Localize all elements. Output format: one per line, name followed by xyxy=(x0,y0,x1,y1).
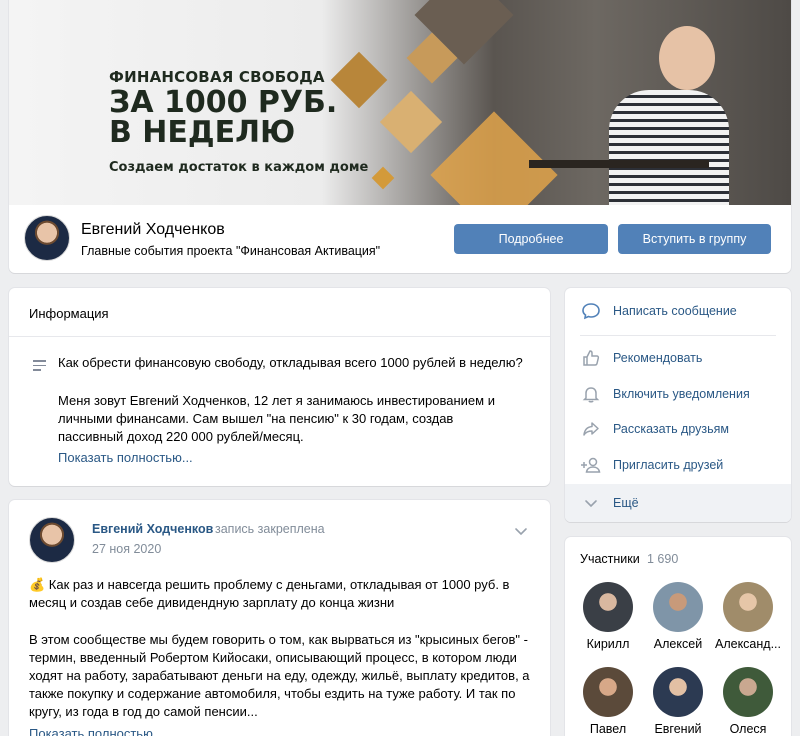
recommend-label: Рекомендовать xyxy=(613,351,703,365)
invite-friends-action[interactable]: Пригласить друзей xyxy=(565,448,791,482)
cover-person xyxy=(659,26,715,90)
member-avatar xyxy=(653,582,703,632)
invite-friends-label: Пригласить друзей xyxy=(613,458,724,472)
cover-desk xyxy=(529,160,709,168)
member-avatar xyxy=(583,582,633,632)
group-name: Евгений Ходченков xyxy=(81,221,225,238)
message-icon xyxy=(582,303,600,320)
enable-notifications-label: Включить уведомления xyxy=(613,387,750,401)
more-actions-label: Ещё xyxy=(613,496,639,510)
tell-friends-action[interactable]: Рассказать друзьям xyxy=(565,412,791,446)
info-title: Информация xyxy=(29,306,109,321)
description-icon xyxy=(33,360,46,374)
join-group-button[interactable]: Вступить в группу xyxy=(618,224,771,254)
cover-subtitle: Создаем достаток в каждом доме xyxy=(109,160,369,175)
divider xyxy=(580,335,776,336)
pinned-post: Евгений Ходченков запись закреплена 27 н… xyxy=(9,500,550,736)
tell-friends-label: Рассказать друзьям xyxy=(613,422,730,436)
cover-decoration xyxy=(430,111,558,205)
member-name: Павел xyxy=(589,722,627,736)
member-avatar xyxy=(653,667,703,717)
more-actions-action[interactable]: Ещё xyxy=(565,484,791,522)
member-avatar xyxy=(723,667,773,717)
member-name: Александ... xyxy=(714,637,781,651)
chevron-down-icon xyxy=(585,500,597,508)
cover-decoration xyxy=(330,51,388,109)
post-date[interactable]: 27 ноя 2020 xyxy=(92,542,161,556)
member-item[interactable]: Олеся xyxy=(713,667,783,736)
group-header: ФИНАНСОВАЯ СВОБОДА ЗА 1000 РУБ. В НЕДЕЛЮ… xyxy=(9,0,791,273)
cover-title-large-2: В НЕДЕЛЮ xyxy=(109,115,296,150)
enable-notifications-action[interactable]: Включить уведомления xyxy=(565,377,791,411)
info-paragraph: Меня зовут Евгений Ходченков, 12 лет я з… xyxy=(58,393,495,444)
group-avatar[interactable] xyxy=(24,215,70,261)
group-actions: Написать сообщение Рекомендовать Включит… xyxy=(565,288,791,522)
write-message-label: Написать сообщение xyxy=(613,304,737,318)
members-block: Участники 1 690 Кирилл Алексей Александ.… xyxy=(565,537,791,736)
chevron-down-icon[interactable] xyxy=(514,524,528,538)
share-icon xyxy=(583,422,599,436)
thumbs-up-icon xyxy=(583,350,600,366)
member-item[interactable]: Евгений xyxy=(643,667,713,736)
write-message-action[interactable]: Написать сообщение xyxy=(565,294,791,328)
member-item[interactable]: Александ... xyxy=(713,582,783,651)
member-name: Евгений xyxy=(654,722,702,736)
cover-decoration xyxy=(371,166,395,190)
post-author-avatar[interactable] xyxy=(29,517,75,563)
recommend-action[interactable]: Рекомендовать xyxy=(565,341,791,375)
post-show-more-link[interactable]: Показать полностью... xyxy=(29,726,164,736)
info-show-more-link[interactable]: Показать полностью... xyxy=(58,450,193,465)
member-avatar xyxy=(723,582,773,632)
post-text-intro: 💰 Как раз и навсегда решить проблему с д… xyxy=(29,577,510,610)
member-name: Олеся xyxy=(729,722,767,736)
members-title[interactable]: Участники xyxy=(580,552,640,566)
member-name: Алексей xyxy=(653,637,703,651)
member-avatar xyxy=(583,667,633,717)
post-pinned-label: запись закреплена xyxy=(215,522,325,536)
info-block: Информация Как обрести финансовую свобод… xyxy=(9,288,550,486)
post-text-body: В этом сообществе мы будем говорить о то… xyxy=(29,632,530,719)
divider xyxy=(9,336,550,337)
cover-person-body xyxy=(609,90,729,205)
member-name: Кирилл xyxy=(586,637,630,651)
cover-decoration xyxy=(379,90,443,154)
cover-title-small: ФИНАНСОВАЯ СВОБОДА xyxy=(109,68,325,86)
member-item[interactable]: Алексей xyxy=(643,582,713,651)
add-user-icon xyxy=(581,457,601,473)
members-count: 1 690 xyxy=(647,552,679,566)
info-question: Как обрести финансовую свободу, откладыв… xyxy=(58,355,523,370)
member-item[interactable]: Павел xyxy=(573,667,643,736)
more-info-button[interactable]: Подробнее xyxy=(454,224,608,254)
bell-icon xyxy=(582,387,600,403)
group-status: Главные события проекта "Финансовая Акти… xyxy=(81,244,381,258)
member-item[interactable]: Кирилл xyxy=(573,582,643,651)
cover-image: ФИНАНСОВАЯ СВОБОДА ЗА 1000 РУБ. В НЕДЕЛЮ… xyxy=(9,0,791,205)
post-author-link[interactable]: Евгений Ходченков xyxy=(92,522,213,536)
